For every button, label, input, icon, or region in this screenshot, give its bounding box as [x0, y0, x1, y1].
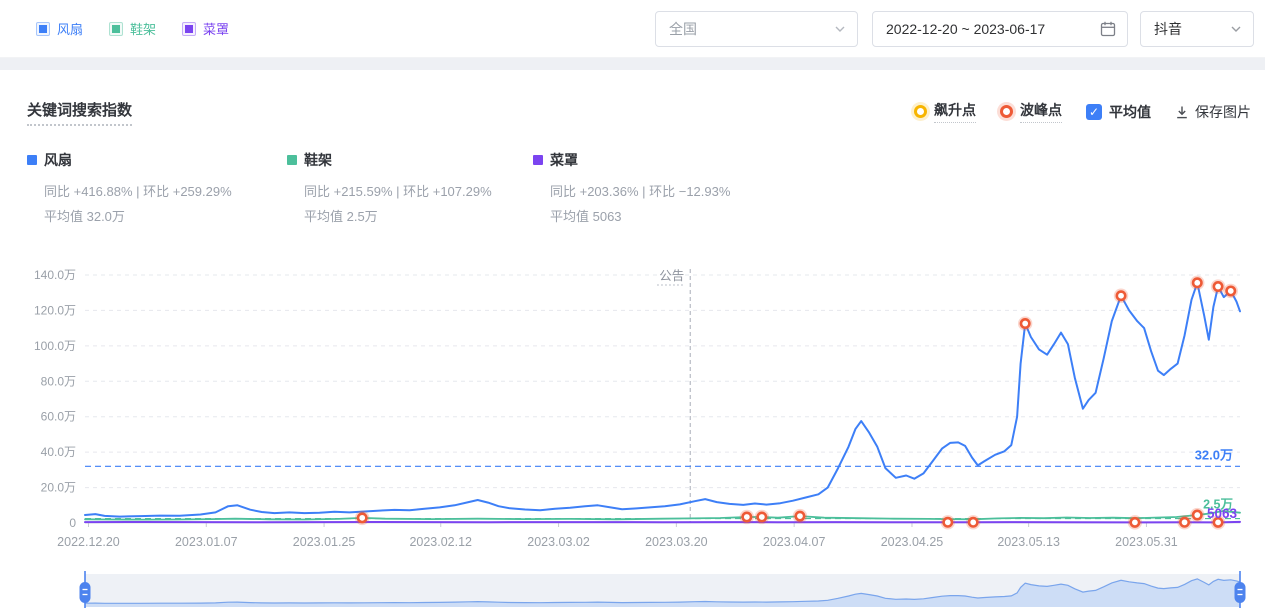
stat-keyword-name: 鞋架 — [304, 150, 332, 170]
stat-compare-values: 同比 +416.88% | 环比 +259.29% — [27, 179, 272, 204]
keyword-legend: 风扇 鞋架 菜罩 — [36, 0, 229, 57]
download-icon — [1175, 105, 1189, 119]
svg-text:2023.01.07: 2023.01.07 — [175, 535, 238, 549]
svg-text:2023.04.25: 2023.04.25 — [881, 535, 944, 549]
svg-text:80.0万: 80.0万 — [41, 374, 76, 388]
svg-text:20.0万: 20.0万 — [41, 481, 76, 495]
svg-text:40.0万: 40.0万 — [41, 445, 76, 459]
stat-average-value: 平均值 5063 — [533, 204, 778, 229]
chevron-down-icon — [834, 25, 846, 33]
stat-average-value: 平均值 2.5万 — [287, 204, 532, 229]
checkbox-icon — [182, 22, 196, 36]
peak-point-legend[interactable]: 波峰点 — [1000, 100, 1062, 123]
chart-legend-controls: 飙升点 波峰点 ✓ 平均值 保存图片 — [914, 100, 1251, 123]
svg-text:2023.02.12: 2023.02.12 — [409, 535, 472, 549]
region-select-value: 全国 — [656, 19, 834, 39]
surge-point-icon — [914, 105, 927, 118]
checkbox-icon — [36, 22, 50, 36]
keyword-toggle-foodcover[interactable]: 菜罩 — [182, 19, 229, 38]
series-color-swatch — [533, 155, 543, 165]
stat-card-foodcover: 菜罩 同比 +203.36% | 环比 −12.93% 平均值 5063 — [533, 150, 778, 229]
svg-text:2023.05.31: 2023.05.31 — [1115, 535, 1178, 549]
stat-keyword-name: 风扇 — [44, 150, 72, 170]
svg-text:120.0万: 120.0万 — [34, 303, 76, 317]
date-range-value: 2022-12-20 ~ 2023-06-17 — [873, 21, 1100, 37]
calendar-icon — [1100, 21, 1116, 37]
svg-text:100.0万: 100.0万 — [34, 339, 76, 353]
save-image-label: 保存图片 — [1195, 102, 1251, 122]
svg-text:2023.04.07: 2023.04.07 — [763, 535, 826, 549]
platform-select-value: 抖音 — [1141, 19, 1230, 39]
region-select[interactable]: 全国 — [655, 11, 858, 47]
keyword-toggle-fan[interactable]: 风扇 — [36, 19, 83, 38]
peak-point-label: 波峰点 — [1020, 100, 1062, 123]
stat-compare-values: 同比 +215.59% | 环比 +107.29% — [287, 179, 532, 204]
stat-average-value: 平均值 32.0万 — [27, 204, 272, 229]
svg-text:公告: 公告 — [659, 269, 684, 283]
stat-card-fan: 风扇 同比 +416.88% | 环比 +259.29% 平均值 32.0万 — [27, 150, 272, 229]
chevron-down-icon — [1230, 25, 1242, 33]
surge-point-label: 飙升点 — [934, 100, 976, 123]
svg-text:5063: 5063 — [1207, 506, 1238, 521]
svg-text:60.0万: 60.0万 — [41, 410, 76, 424]
series-color-swatch — [287, 155, 297, 165]
average-label: 平均值 — [1109, 102, 1151, 122]
date-range-picker[interactable]: 2022-12-20 ~ 2023-06-17 — [872, 11, 1128, 47]
svg-text:32.0万: 32.0万 — [1195, 447, 1233, 462]
search-index-panel: 关键词搜索指数 飙升点 波峰点 ✓ 平均值 保存图片 — [0, 70, 1265, 610]
keyword-toggle-shoerack[interactable]: 鞋架 — [109, 19, 156, 38]
save-image-button[interactable]: 保存图片 — [1175, 102, 1251, 122]
stat-compare-values: 同比 +203.36% | 环比 −12.93% — [533, 179, 778, 204]
keyword-label: 鞋架 — [130, 19, 156, 38]
svg-text:140.0万: 140.0万 — [34, 268, 76, 282]
peak-point-icon — [1000, 105, 1013, 118]
svg-text:2023.05.13: 2023.05.13 — [997, 535, 1060, 549]
top-toolbar: 风扇 鞋架 菜罩 全国 2022-12-20 ~ 2023-06-17 抖音 — [0, 0, 1265, 58]
stat-card-shoerack: 鞋架 同比 +215.59% | 环比 +107.29% 平均值 2.5万 — [287, 150, 532, 229]
search-index-line-chart[interactable]: 0 20.0万 40.0万 60.0万 80.0万 100.0万 120.0万 140.0万 2… — [0, 250, 1265, 560]
checkbox-checked-icon: ✓ — [1086, 104, 1102, 120]
average-toggle[interactable]: ✓ 平均值 — [1086, 102, 1151, 122]
svg-text:2023.01.25: 2023.01.25 — [293, 535, 356, 549]
stat-keyword-name: 菜罩 — [550, 150, 578, 170]
keyword-label: 菜罩 — [203, 19, 229, 38]
date-range-brush[interactable] — [0, 560, 1265, 610]
platform-select[interactable]: 抖音 — [1140, 11, 1254, 47]
checkbox-icon — [109, 22, 123, 36]
svg-text:2023.03.20: 2023.03.20 — [645, 535, 708, 549]
surge-point-legend[interactable]: 飙升点 — [914, 100, 976, 123]
svg-text:2023.03.02: 2023.03.02 — [527, 535, 590, 549]
svg-text:2022.12.20: 2022.12.20 — [57, 535, 120, 549]
keyword-label: 风扇 — [57, 19, 83, 38]
svg-text:0: 0 — [69, 516, 76, 530]
panel-title: 关键词搜索指数 — [27, 99, 132, 126]
series-color-swatch — [27, 155, 37, 165]
